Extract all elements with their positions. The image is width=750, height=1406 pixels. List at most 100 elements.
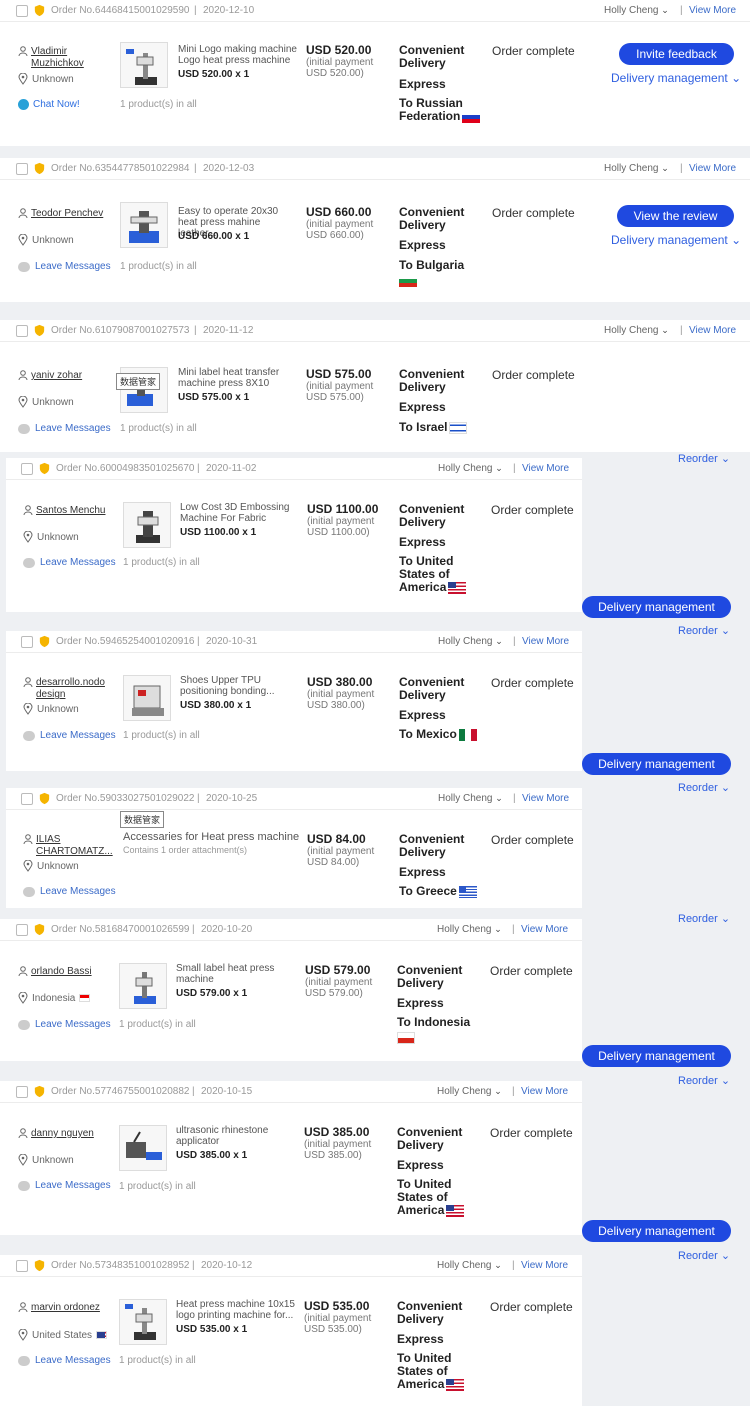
user-icon (23, 505, 33, 515)
buyer-name[interactable]: yaniv zohar (18, 370, 108, 382)
leave-messages-link[interactable]: Leave Messages (23, 730, 116, 741)
product-thumbnail[interactable] (123, 502, 171, 548)
separator: | (513, 636, 516, 647)
delivery-management-button[interactable]: Delivery management (582, 1045, 731, 1067)
leave-messages-link[interactable]: Leave Messages (18, 1180, 111, 1191)
sales-person-dropdown[interactable]: Holly Cheng ⌄ (437, 1086, 502, 1097)
reorder-dropdown[interactable]: Reorder ⌄ (678, 624, 730, 637)
destination: To Mexico (399, 728, 489, 741)
leave-messages-link[interactable]: Leave Messages (18, 261, 111, 272)
shipping-express: Express (397, 996, 444, 1010)
leave-messages-link[interactable]: Leave Messages (18, 1355, 111, 1366)
delivery-management-dropdown[interactable]: Delivery management ⌄ (611, 71, 741, 85)
sales-person-dropdown[interactable]: Holly Cheng ⌄ (437, 924, 502, 935)
product-thumbnail[interactable] (119, 1125, 167, 1171)
product-thumbnail[interactable] (119, 1299, 167, 1345)
message-bubble-icon (18, 1355, 30, 1366)
reorder-dropdown[interactable]: Reorder ⌄ (678, 1249, 730, 1262)
chat-now-link[interactable]: Chat Now! (18, 99, 80, 110)
leave-messages-link[interactable]: Leave Messages (18, 1019, 111, 1030)
order-checkbox[interactable] (16, 163, 28, 175)
sales-person-dropdown[interactable]: Holly Cheng ⌄ (438, 463, 503, 474)
product-thumbnail[interactable] (123, 675, 171, 721)
delivery-management-button[interactable]: Delivery management (582, 596, 731, 618)
buyer-name[interactable]: ILIAS CHARTOMATZ... (23, 834, 113, 858)
delivery-management-dropdown[interactable]: Delivery management ⌄ (611, 233, 741, 247)
buyer-name[interactable]: danny nguyen (18, 1128, 108, 1140)
sales-person-dropdown[interactable]: Holly Cheng ⌄ (604, 5, 669, 16)
sales-person-dropdown[interactable]: Holly Cheng ⌄ (438, 793, 503, 804)
buyer-name[interactable]: Santos Menchu (23, 505, 113, 517)
product-count: 1 product(s) in all (120, 423, 197, 434)
order-header: Order No.63544778501022984 | 2020-12-03 … (0, 158, 750, 180)
order-checkbox[interactable] (21, 793, 33, 805)
delivery-management-button[interactable]: Delivery management (582, 1220, 731, 1242)
view-more-link[interactable]: View More (521, 1086, 568, 1097)
buyer-name[interactable]: Teodor Penchev (18, 208, 108, 220)
separator: | (194, 5, 197, 16)
view-more-link[interactable]: View More (521, 1260, 568, 1271)
view-more-link[interactable]: View More (689, 325, 736, 336)
product-thumbnail[interactable] (119, 963, 167, 1009)
shipping-express: Express (399, 77, 446, 91)
destination: To United States of America (397, 1178, 467, 1217)
view-review-button[interactable]: View the review (617, 205, 734, 227)
order-amount: USD 575.00 (306, 367, 372, 381)
order-date: 2020-10-20 (201, 924, 253, 935)
product-count: 1 product(s) in all (119, 1181, 196, 1192)
view-more-link[interactable]: View More (522, 636, 569, 647)
invite-feedback-button[interactable]: Invite feedback (619, 43, 734, 65)
product-title[interactable]: Small label heat press machine (176, 963, 298, 985)
chevron-down-icon: ⌄ (731, 71, 742, 85)
order-checkbox[interactable] (16, 5, 28, 17)
buyer-name[interactable]: desarrollo.nodo design (23, 677, 113, 701)
view-more-link[interactable]: View More (689, 163, 736, 174)
reorder-dropdown[interactable]: Reorder ⌄ (678, 452, 730, 465)
product-title[interactable]: ultrasonic rhinestone applicator (176, 1125, 298, 1147)
delivery-management-button[interactable]: Delivery management (582, 753, 731, 775)
order-checkbox[interactable] (16, 924, 28, 936)
order-checkbox[interactable] (21, 636, 33, 648)
buyer-name[interactable]: orlando Bassi (18, 966, 108, 978)
reorder-dropdown[interactable]: Reorder ⌄ (678, 781, 730, 794)
order-checkbox[interactable] (16, 1086, 28, 1098)
product-title[interactable]: Mini Logo making machine Logo heat press… (178, 44, 300, 66)
product-thumbnail[interactable] (120, 42, 168, 88)
buyer-name[interactable]: marvin ordonez (18, 1302, 108, 1314)
sales-person-name: Holly Cheng (604, 5, 659, 16)
view-more-link[interactable]: View More (522, 463, 569, 474)
data-manager-tag[interactable]: 数据管家 (120, 811, 165, 828)
data-manager-tag[interactable]: 数据管家 (116, 373, 161, 390)
product-title[interactable]: Mini label heat transfer machine press 8… (178, 367, 300, 389)
message-bubble-icon (18, 423, 30, 434)
order-checkbox[interactable] (16, 1260, 28, 1272)
order-status: Order complete (490, 1300, 573, 1314)
shipping-method: Convenient Delivery (399, 675, 465, 702)
sales-person-dropdown[interactable]: Holly Cheng ⌄ (438, 636, 503, 647)
sales-person-dropdown[interactable]: Holly Cheng ⌄ (604, 163, 669, 174)
view-more-link[interactable]: View More (689, 5, 736, 16)
view-more-link[interactable]: View More (521, 924, 568, 935)
product-thumbnail[interactable] (120, 202, 168, 248)
initial-payment-value: USD 385.00) (304, 1150, 362, 1161)
sales-person-dropdown[interactable]: Holly Cheng ⌄ (604, 325, 669, 336)
leave-messages-link[interactable]: Leave Messages (18, 423, 111, 434)
product-title[interactable]: Shoes Upper TPU positioning bonding... (180, 675, 302, 697)
indonesia-flag-icon (79, 994, 91, 1002)
reorder-dropdown[interactable]: Reorder ⌄ (678, 1074, 730, 1087)
view-more-link[interactable]: View More (522, 793, 569, 804)
order-checkbox[interactable] (21, 463, 33, 475)
product-title[interactable]: Accessaries for Heat press machine (123, 832, 305, 843)
leave-messages-link[interactable]: Leave Messages (23, 557, 116, 568)
reorder-dropdown[interactable]: Reorder ⌄ (678, 912, 730, 925)
chevron-down-icon: ⌄ (661, 5, 669, 15)
sales-person-dropdown[interactable]: Holly Cheng ⌄ (437, 1260, 502, 1271)
product-title[interactable]: Heat press machine 10x15 logo printing m… (176, 1299, 298, 1321)
product-count: 1 product(s) in all (123, 557, 200, 568)
order-checkbox[interactable] (16, 325, 28, 337)
chevron-down-icon: ⌄ (494, 924, 502, 934)
leave-messages-link[interactable]: Leave Messages (23, 886, 116, 897)
shield-badge-icon (34, 1259, 45, 1272)
buyer-name[interactable]: Vladimir Muzhichkov (18, 46, 108, 70)
product-title[interactable]: Low Cost 3D Embossing Machine For Fabric (180, 502, 302, 524)
